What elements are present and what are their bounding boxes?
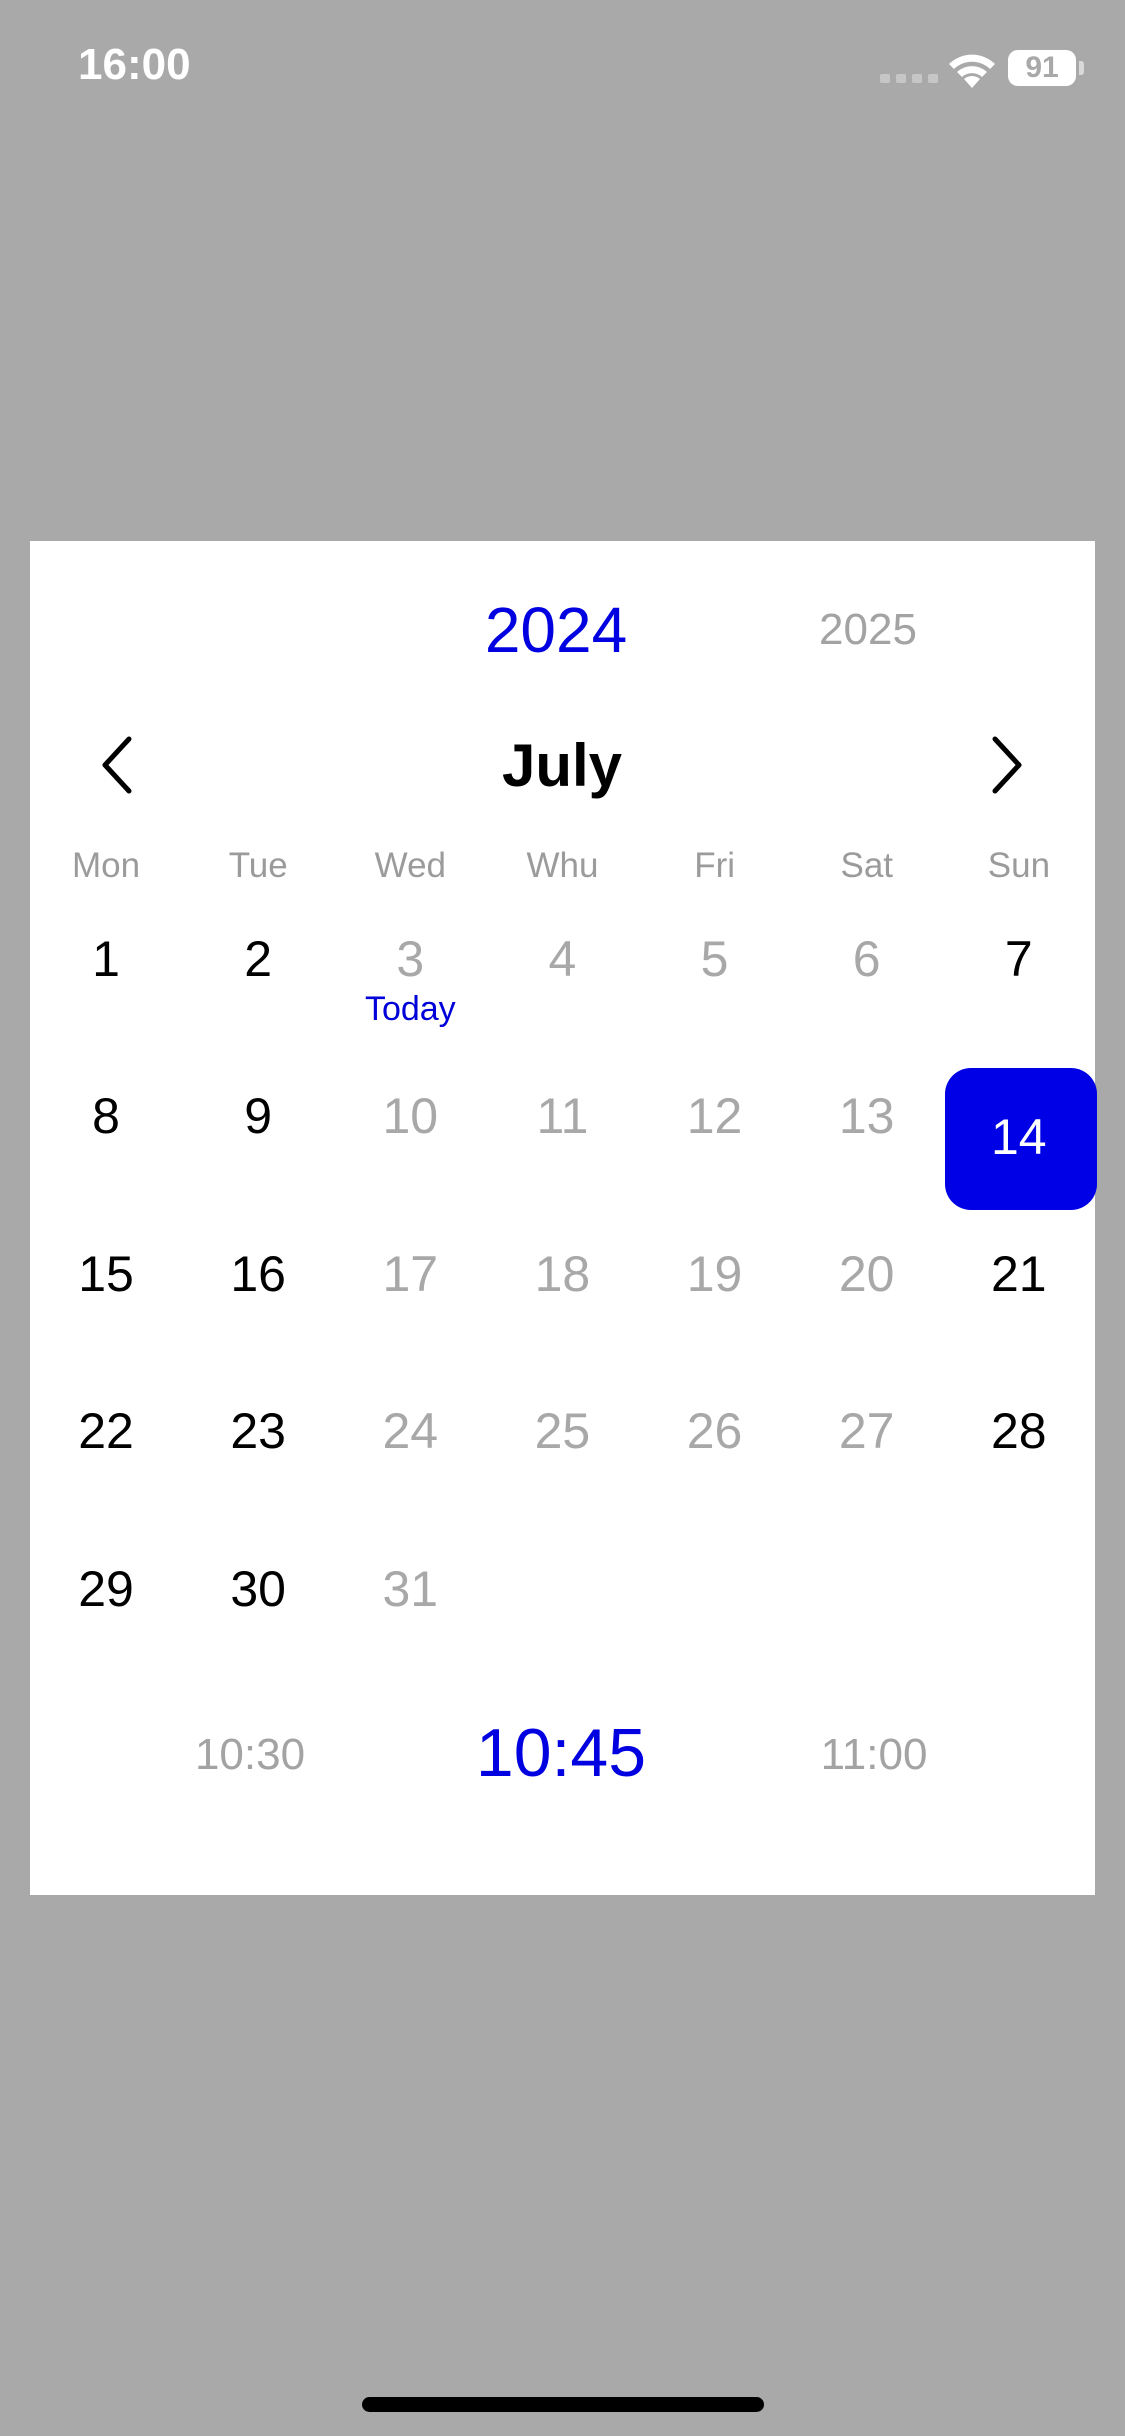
time-option-1030[interactable]: 10:30 [140, 1720, 360, 1790]
weekday-label: Tue [228, 846, 288, 885]
weekday-label: Sun [987, 846, 1051, 885]
status-bar: 16:00 91 [0, 0, 1125, 140]
day-number: 13 [838, 1088, 895, 1145]
weekday-label: Fri [694, 846, 736, 885]
day-number: 9 [244, 1088, 273, 1145]
day-number: 17 [382, 1245, 439, 1302]
day-number: 14 [991, 1109, 1047, 1166]
day-cell[interactable]: 28 [943, 1383, 1095, 1541]
day-number: 29 [78, 1560, 134, 1617]
day-cell-selected[interactable]: 14 [943, 1067, 1097, 1226]
weekday-label: Wed [374, 846, 447, 885]
day-number: 6 [852, 930, 881, 987]
day-cell[interactable]: 24 [334, 1383, 486, 1541]
day-cell[interactable]: 17 [334, 1225, 486, 1383]
day-number: 30 [230, 1560, 286, 1617]
next-month-button[interactable] [972, 730, 1042, 800]
today-label: Today [364, 990, 456, 1028]
day-number: 31 [382, 1560, 439, 1617]
month-title: July [501, 732, 623, 799]
day-number: 20 [838, 1245, 895, 1302]
previous-month-button[interactable] [82, 730, 152, 800]
day-cell[interactable]: 20 [791, 1225, 943, 1383]
day-number: 19 [686, 1245, 743, 1302]
status-time: 16:00 [78, 40, 191, 89]
year-option-2024[interactable]: 2024 [446, 590, 666, 670]
day-number: 15 [78, 1245, 134, 1302]
weekday-header: Mon Tue Wed Whu Fri Sat Sun [30, 846, 1095, 886]
day-cell-today[interactable]: 3 Today [334, 910, 486, 1068]
day-cell[interactable]: 21 [943, 1225, 1095, 1383]
day-number: 5 [700, 930, 729, 987]
weekday-label: Sat [840, 846, 894, 885]
day-number: 16 [230, 1245, 286, 1302]
day-cell[interactable]: 2 [182, 910, 334, 1068]
day-cell[interactable]: 4 [486, 910, 638, 1068]
day-cell[interactable]: 22 [30, 1383, 182, 1541]
battery-cap [1079, 61, 1084, 75]
day-cell[interactable]: 26 [639, 1383, 791, 1541]
day-cell[interactable]: 12 [639, 1068, 791, 1226]
day-cell[interactable]: 1 [30, 910, 182, 1068]
wifi-icon [949, 54, 995, 88]
day-cell[interactable]: 7 [943, 910, 1095, 1068]
day-cell[interactable]: 23 [182, 1383, 334, 1541]
day-number: 1 [92, 930, 120, 987]
time-option-1100[interactable]: 11:00 [764, 1720, 984, 1790]
day-number: 18 [534, 1245, 591, 1302]
weekday-label: Whu [526, 846, 599, 885]
battery-icon: 91 [1008, 50, 1076, 86]
day-number: 3 [396, 930, 425, 987]
day-cell[interactable]: 25 [486, 1383, 638, 1541]
day-number: 22 [78, 1403, 134, 1460]
chevron-left-icon [102, 736, 132, 794]
day-number: 24 [382, 1403, 439, 1460]
day-number: 26 [686, 1403, 743, 1460]
day-cell[interactable]: 31 [334, 1540, 486, 1698]
home-indicator [362, 2397, 764, 2412]
day-number: 25 [534, 1403, 591, 1460]
day-number: 4 [548, 930, 577, 987]
day-number: 11 [536, 1088, 589, 1145]
day-cell[interactable]: 15 [30, 1225, 182, 1383]
day-number: 21 [991, 1245, 1047, 1302]
day-number: 12 [686, 1088, 743, 1145]
day-cell[interactable]: 6 [791, 910, 943, 1068]
day-grid: 1 2 3 Today 4 5 6 7 8 9 10 11 12 13 14 15 16 17 18 19 20 21 22… [30, 910, 1097, 1698]
day-number: 7 [1004, 930, 1033, 987]
year-option-2025[interactable]: 2025 [758, 590, 978, 670]
day-number: 28 [991, 1403, 1047, 1460]
day-cell[interactable]: 16 [182, 1225, 334, 1383]
day-cell[interactable]: 9 [182, 1068, 334, 1226]
cellular-signal-icon [880, 74, 938, 83]
day-cell[interactable]: 5 [639, 910, 791, 1068]
day-number: 23 [230, 1403, 286, 1460]
day-cell[interactable]: 10 [334, 1068, 486, 1226]
day-number: 8 [92, 1088, 120, 1145]
day-cell[interactable]: 13 [791, 1068, 943, 1226]
chevron-right-icon [992, 736, 1022, 794]
day-cell[interactable]: 29 [30, 1540, 182, 1698]
day-number: 27 [838, 1403, 895, 1460]
day-number: 2 [244, 930, 273, 987]
day-cell[interactable]: 11 [486, 1068, 638, 1226]
time-option-1045-selected[interactable]: 10:45 [451, 1713, 671, 1793]
day-cell[interactable]: 8 [30, 1068, 182, 1226]
weekday-label: Mon [72, 846, 141, 885]
day-cell[interactable]: 27 [791, 1383, 943, 1541]
day-number: 10 [382, 1088, 439, 1145]
day-cell[interactable]: 19 [639, 1225, 791, 1383]
day-cell[interactable]: 30 [182, 1540, 334, 1698]
day-cell[interactable]: 18 [486, 1225, 638, 1383]
battery-level: 91 [1025, 51, 1059, 84]
